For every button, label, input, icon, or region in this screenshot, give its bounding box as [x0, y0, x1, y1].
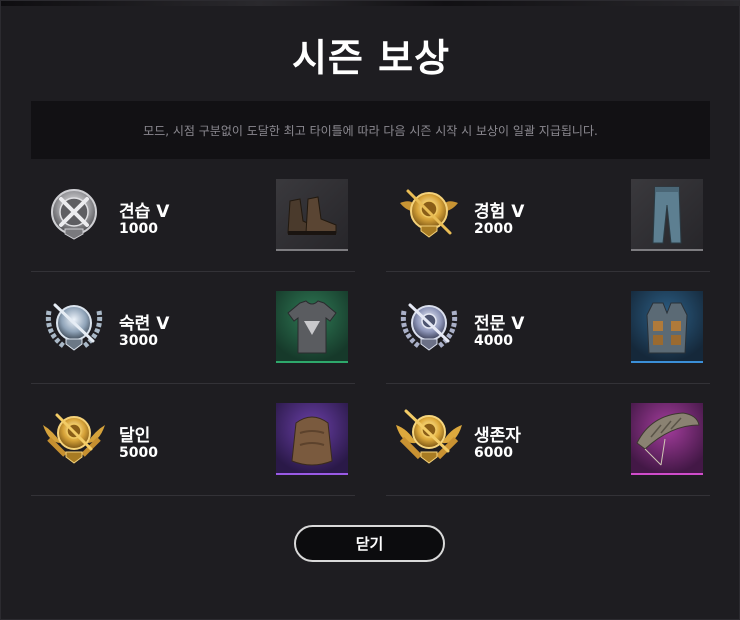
gold-wreath-medal-icon: [43, 413, 105, 464]
reward-item[interactable]: [631, 291, 703, 363]
tier-row: 숙련 V 3000 전문 V 4000: [31, 271, 711, 384]
top-edge-texture: [1, 1, 740, 6]
tier-name: 생존자: [474, 426, 521, 446]
tier-name: 달인: [119, 426, 151, 446]
tier-name: 숙련 V: [119, 314, 170, 334]
tier-points: 4000: [474, 333, 513, 349]
tier-cell-master: 달인 5000: [31, 383, 355, 496]
season-rewards-dialog: 시즌 보상 모드, 시점 구분없이 도달한 최고 타이틀에 따라 다음 시즌 시…: [0, 0, 740, 620]
silver-wreath-medal-icon: [45, 303, 103, 351]
close-button[interactable]: 닫기: [294, 525, 445, 562]
tier-cell-skilled: 숙련 V 3000: [31, 271, 355, 384]
tier-name: 경험 V: [474, 202, 525, 222]
tier-cell-apprentice: 견습 V 1000: [31, 159, 355, 272]
dialog-title: 시즌 보상: [291, 36, 451, 80]
parachute-icon: [636, 412, 700, 466]
silver-medal-icon: [51, 189, 97, 240]
reward-item[interactable]: [631, 179, 703, 251]
reward-item[interactable]: [276, 291, 348, 363]
reward-notice-text: 모드, 시점 구분없이 도달한 최고 타이틀에 따라 다음 시즌 시작 시 보상…: [143, 123, 598, 138]
reward-item[interactable]: [276, 403, 348, 475]
reward-item[interactable]: [276, 179, 348, 251]
tier-cell-experienced: 경험 V 2000: [386, 159, 710, 272]
jeans-icon: [652, 186, 682, 244]
tier-name: 견습 V: [119, 202, 170, 222]
boots-icon: [287, 196, 337, 235]
tier-points: 6000: [474, 445, 513, 461]
tier-row: 달인 5000 생존자 6000: [31, 383, 711, 496]
tier-points: 2000: [474, 221, 513, 237]
gold-wreath-medal-icon: [396, 409, 462, 464]
reward-notice: 모드, 시점 구분없이 도달한 최고 타이틀에 따라 다음 시즌 시작 시 보상…: [31, 101, 710, 159]
tier-points: 3000: [119, 333, 158, 349]
tier-name: 전문 V: [474, 314, 525, 334]
reward-item[interactable]: [631, 403, 703, 475]
silver-wreath-medal-icon: [400, 303, 458, 351]
tier-cell-survivor: 생존자 6000: [386, 383, 710, 496]
tshirt-icon: [287, 300, 337, 354]
backpack-icon: [291, 416, 333, 466]
tier-row: 견습 V 1000 경험 V 2000: [31, 159, 711, 272]
tier-cell-expert: 전문 V 4000: [386, 271, 710, 384]
gold-medal-icon: [400, 189, 458, 238]
vest-icon: [646, 302, 688, 354]
tier-points: 5000: [119, 445, 158, 461]
tier-points: 1000: [119, 221, 158, 237]
tier-reward-grid: 견습 V 1000 경험 V 2000 숙련 V 3000 전문 V 4000 …: [31, 159, 711, 496]
